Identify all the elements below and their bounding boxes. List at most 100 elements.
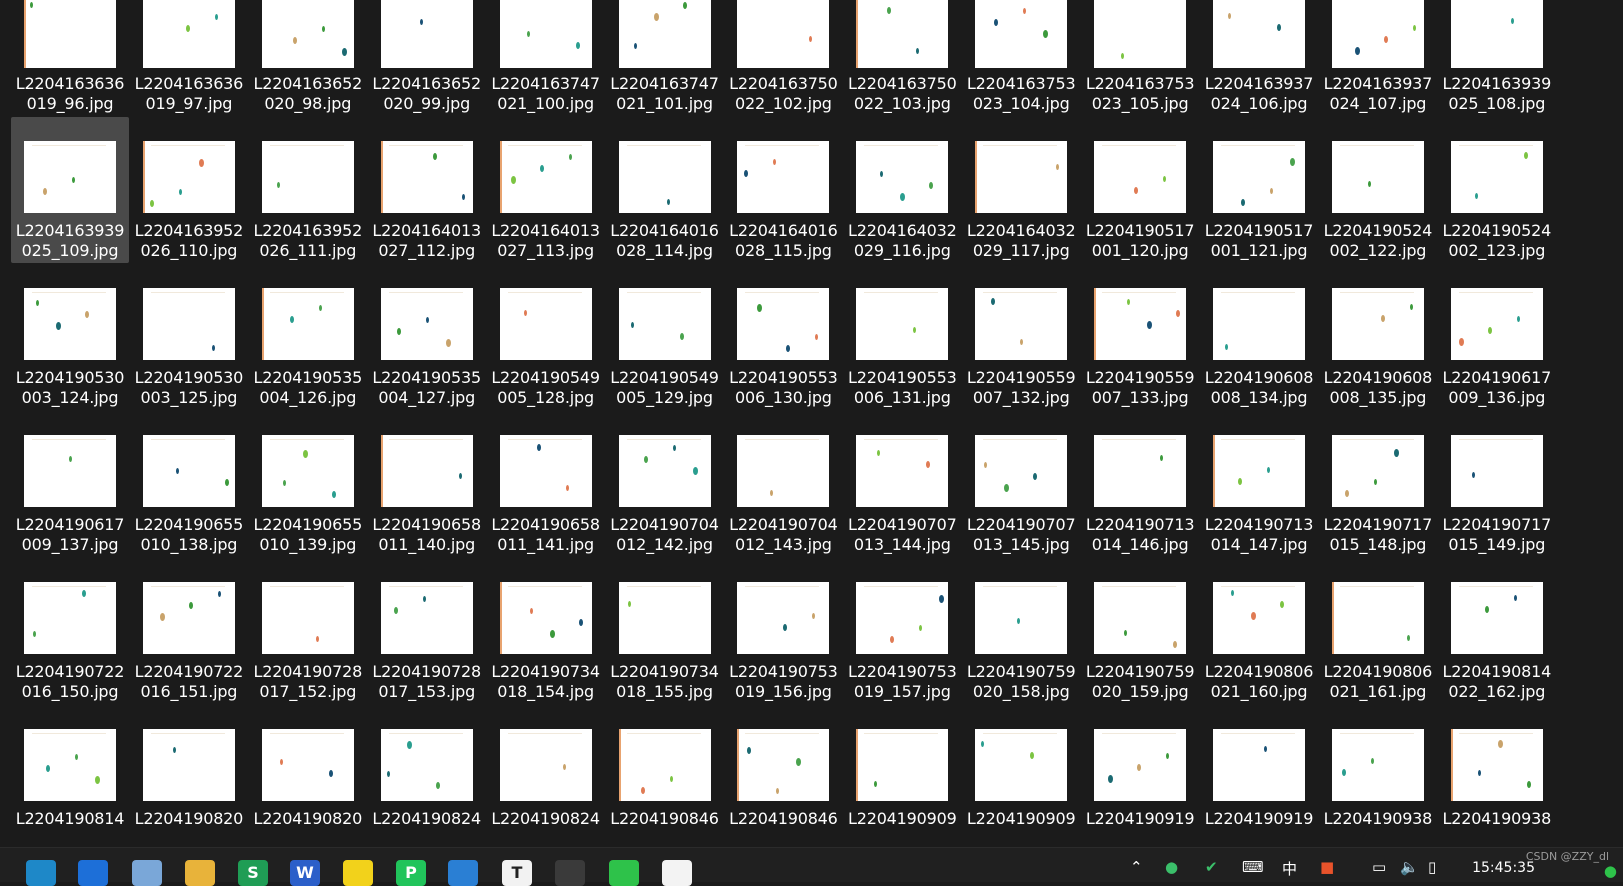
file-thumbnail[interactable] — [499, 288, 592, 360]
file-item[interactable]: L2204190722 016_151.jpg — [130, 558, 248, 704]
file-thumbnail[interactable] — [1213, 288, 1305, 360]
file-item[interactable]: L2204190608 008_134.jpg — [1200, 264, 1318, 410]
file-item[interactable]: L2204190559 007_132.jpg — [962, 264, 1080, 410]
file-item[interactable]: L2204190806 021_161.jpg — [1319, 558, 1437, 704]
file-item[interactable]: L2204190530 003_124.jpg — [11, 264, 129, 410]
pycharm-icon[interactable]: P — [396, 860, 426, 886]
file-item[interactable]: L2204190549 005_128.jpg — [487, 264, 605, 410]
file-thumbnail[interactable] — [1094, 435, 1187, 507]
notes-icon[interactable] — [343, 860, 373, 886]
file-thumbnail[interactable] — [1213, 435, 1305, 507]
file-thumbnail[interactable] — [24, 729, 116, 801]
file-thumbnail[interactable] — [975, 0, 1068, 68]
file-thumbnail[interactable] — [618, 729, 711, 801]
file-thumbnail[interactable] — [856, 582, 949, 654]
file-item[interactable]: L2204190728 017_153.jpg — [368, 558, 486, 704]
file-item[interactable]: L2204163952 026_111.jpg — [249, 117, 367, 263]
file-item[interactable]: L2204190909 — [962, 705, 1080, 847]
file-thumbnail[interactable] — [261, 729, 354, 801]
file-item[interactable]: L2204190722 016_150.jpg — [11, 558, 129, 704]
file-thumbnail[interactable] — [499, 141, 592, 213]
file-thumbnail[interactable] — [975, 288, 1068, 360]
file-thumbnail[interactable] — [142, 582, 235, 654]
file-item[interactable]: L2204164013 027_112.jpg — [368, 117, 486, 263]
file-item[interactable]: L2204190734 018_154.jpg — [487, 558, 605, 704]
file-thumbnail[interactable] — [1213, 582, 1305, 654]
file-thumbnail[interactable] — [1094, 582, 1187, 654]
file-item[interactable]: L2204190535 004_126.jpg — [249, 264, 367, 410]
file-thumbnail[interactable] — [1094, 729, 1187, 801]
file-item[interactable]: L2204190909 — [843, 705, 961, 847]
file-item[interactable]: L2204190655 010_139.jpg — [249, 411, 367, 557]
file-item[interactable]: L2204163939 025_109.jpg — [11, 117, 129, 263]
file-thumbnail[interactable] — [856, 141, 949, 213]
file-thumbnail[interactable] — [1450, 582, 1543, 654]
file-item[interactable]: L2204190806 021_160.jpg — [1200, 558, 1318, 704]
file-thumbnail[interactable] — [1331, 435, 1424, 507]
wechat-icon[interactable] — [609, 860, 639, 886]
finder-icon[interactable] — [132, 860, 162, 886]
typora-icon[interactable]: T — [502, 860, 532, 886]
file-thumbnail[interactable] — [1450, 729, 1543, 801]
file-item[interactable]: L2204190846 — [724, 705, 842, 847]
file-thumbnail[interactable] — [24, 582, 116, 654]
file-item[interactable]: L2204190617 009_136.jpg — [1438, 264, 1556, 410]
file-thumbnail[interactable] — [499, 0, 592, 68]
file-thumbnail[interactable] — [261, 435, 354, 507]
file-thumbnail[interactable] — [499, 435, 592, 507]
file-item[interactable]: L2204190535 004_127.jpg — [368, 264, 486, 410]
file-thumbnail[interactable] — [856, 435, 949, 507]
file-item[interactable]: L2204190814 022_162.jpg — [1438, 558, 1556, 704]
file-item[interactable]: L2204190824 — [487, 705, 605, 847]
file-thumbnail[interactable] — [1213, 0, 1305, 68]
folder-icon[interactable] — [185, 860, 215, 886]
file-item[interactable]: L2204190734 018_155.jpg — [606, 558, 724, 704]
file-thumbnail[interactable] — [737, 435, 830, 507]
file-thumbnail[interactable] — [975, 141, 1068, 213]
file-thumbnail[interactable] — [1450, 435, 1543, 507]
file-item[interactable]: L2204190759 020_158.jpg — [962, 558, 1080, 704]
file-thumbnail[interactable] — [380, 288, 473, 360]
file-item[interactable]: L2204190553 006_131.jpg — [843, 264, 961, 410]
file-item[interactable]: L2204190707 013_144.jpg — [843, 411, 961, 557]
file-thumbnail[interactable] — [1331, 0, 1424, 68]
file-thumbnail[interactable] — [1213, 141, 1305, 213]
tray-app-icon[interactable]: ● — [1165, 858, 1178, 876]
file-thumbnail[interactable] — [380, 729, 473, 801]
file-item[interactable]: L2204190658 011_140.jpg — [368, 411, 486, 557]
file-item[interactable]: L2204190517 001_120.jpg — [1081, 117, 1199, 263]
file-thumbnail[interactable] — [1094, 141, 1187, 213]
file-item[interactable]: L2204190517 001_121.jpg — [1200, 117, 1318, 263]
file-item[interactable]: L2204190717 015_148.jpg — [1319, 411, 1437, 557]
file-thumbnail[interactable] — [142, 0, 235, 68]
file-thumbnail[interactable] — [499, 582, 592, 654]
file-thumbnail[interactable] — [975, 729, 1068, 801]
file-thumbnail[interactable] — [24, 288, 116, 360]
file-item[interactable]: L2204190713 014_146.jpg — [1081, 411, 1199, 557]
file-item[interactable]: L2204190713 014_147.jpg — [1200, 411, 1318, 557]
app-icon[interactable] — [662, 860, 692, 886]
file-thumbnail[interactable] — [261, 582, 354, 654]
file-thumbnail[interactable] — [856, 288, 949, 360]
file-item[interactable]: L2204190617 009_137.jpg — [11, 411, 129, 557]
file-item[interactable]: L2204164013 027_113.jpg — [487, 117, 605, 263]
word-icon[interactable]: W — [290, 860, 320, 886]
file-item[interactable]: L2204190814 — [11, 705, 129, 847]
file-item[interactable]: L2204190728 017_152.jpg — [249, 558, 367, 704]
file-thumbnail[interactable] — [380, 582, 473, 654]
file-thumbnail[interactable] — [261, 141, 354, 213]
file-thumbnail[interactable] — [618, 582, 711, 654]
file-thumbnail[interactable] — [1331, 729, 1424, 801]
file-item[interactable]: L2204190524 002_122.jpg — [1319, 117, 1437, 263]
vscode-icon[interactable] — [448, 860, 478, 886]
file-thumbnail[interactable] — [975, 582, 1068, 654]
file-thumbnail[interactable] — [975, 435, 1068, 507]
chevron-up-icon[interactable]: ⌃ — [1130, 858, 1143, 876]
file-item[interactable]: L2204190919 — [1200, 705, 1318, 847]
file-thumbnail[interactable] — [737, 288, 830, 360]
file-thumbnail[interactable] — [1331, 582, 1424, 654]
ime-indicator[interactable]: 中 — [1282, 858, 1297, 879]
file-thumbnail[interactable] — [380, 435, 473, 507]
file-thumbnail[interactable] — [142, 141, 235, 213]
battery-icon[interactable]: ▯ — [1428, 858, 1436, 876]
